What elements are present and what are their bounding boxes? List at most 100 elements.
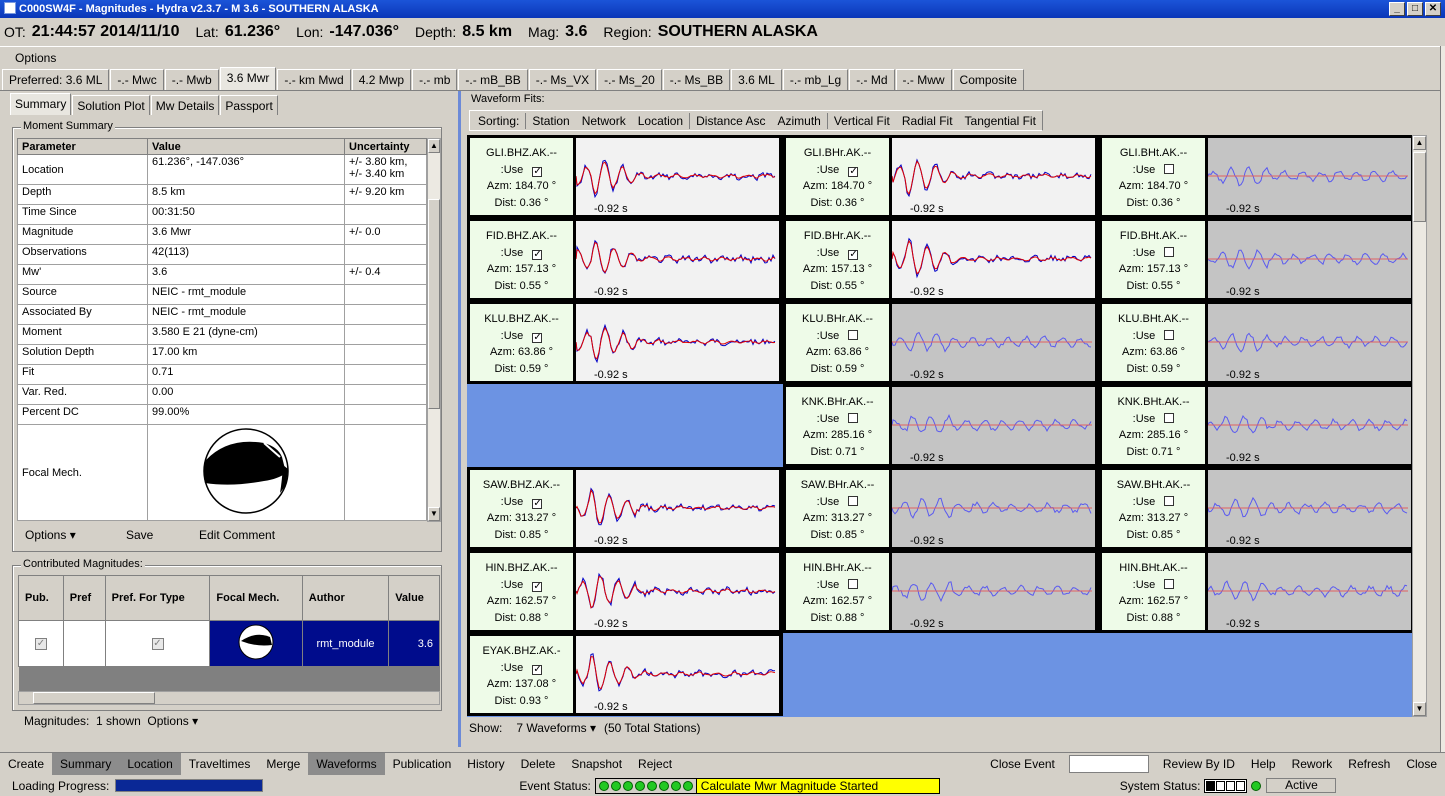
btn-history[interactable]: History bbox=[459, 753, 512, 775]
waveform-tile[interactable]: KLU.BHZ.AK.--:Use ✓ Azm: 63.86 ° Dist: 0.5… bbox=[467, 301, 783, 384]
sort-option[interactable]: Radial Fit bbox=[902, 114, 953, 128]
waveform-tile[interactable]: KNK.BHr.AK.--:Use Azm: 285.16 ° Dist: 0.7… bbox=[783, 384, 1099, 467]
use-checkbox[interactable]: ✓ bbox=[532, 249, 543, 260]
sort-option[interactable]: Location bbox=[638, 114, 683, 128]
btn-rework[interactable]: Rework bbox=[1284, 753, 1341, 775]
use-checkbox[interactable] bbox=[1164, 578, 1175, 589]
waveform-tile[interactable]: FID.BHt.AK.--:Use Azm: 157.13 ° Dist: 0.5… bbox=[1099, 218, 1412, 301]
sub-tab[interactable]: Mw Details bbox=[150, 95, 220, 115]
scroll-up-arrow[interactable]: ▲ bbox=[1413, 136, 1426, 150]
mag-tab[interactable]: -.- Ms_20 bbox=[597, 69, 662, 90]
close-window-button[interactable]: ✕ bbox=[1425, 2, 1441, 16]
table-row[interactable]: Moment 3.580 E 21 (dyne-cm) bbox=[17, 324, 427, 345]
btn-publication[interactable]: Publication bbox=[385, 753, 460, 775]
use-checkbox[interactable] bbox=[848, 495, 859, 506]
btn-review-by-id[interactable]: Review By ID bbox=[1155, 753, 1243, 775]
table-row[interactable]: Percent DC 99.00% bbox=[17, 404, 427, 425]
btn-reject[interactable]: Reject bbox=[630, 753, 680, 775]
table-row[interactable]: Focal Mech. bbox=[17, 424, 427, 521]
mag-tab[interactable]: -.- Mww bbox=[895, 69, 952, 90]
mag-tab[interactable]: 4.2 Mwp bbox=[351, 69, 412, 90]
mag-tab[interactable]: -.- Mwb bbox=[164, 69, 219, 90]
use-checkbox[interactable] bbox=[1164, 163, 1175, 174]
use-checkbox[interactable]: ✓ bbox=[848, 166, 859, 177]
waveform-tile[interactable]: EYAK.BHZ.AK.-:Use ✓ Azm: 137.08 ° Dist: 0.… bbox=[467, 633, 783, 716]
sort-option[interactable]: Vertical Fit bbox=[834, 114, 890, 128]
table-row[interactable]: Mw' 3.6 +/- 0.4 bbox=[17, 264, 427, 285]
btn-create[interactable]: Create bbox=[0, 753, 52, 775]
waveform-tile[interactable]: SAW.BHr.AK.--:Use Azm: 313.27 ° Dist: 0.8… bbox=[783, 467, 1099, 550]
mag-tab[interactable]: -.- mb bbox=[412, 69, 458, 90]
use-checkbox[interactable] bbox=[1164, 412, 1175, 423]
btn-close[interactable]: Close bbox=[1398, 753, 1445, 775]
window-scrollbar[interactable] bbox=[1440, 46, 1445, 752]
col-pub[interactable]: Pub. bbox=[18, 575, 64, 621]
sub-tab[interactable]: Summary bbox=[10, 93, 72, 115]
mag-tab[interactable]: Composite bbox=[952, 69, 1024, 90]
use-checkbox[interactable]: ✓ bbox=[848, 249, 859, 260]
waveform-tile[interactable]: HIN.BHt.AK.--:Use Azm: 162.57 ° Dist: 0.8… bbox=[1099, 550, 1412, 633]
sort-option[interactable]: Station bbox=[532, 114, 569, 128]
contrib-options-button[interactable]: Options ▾ bbox=[147, 714, 198, 728]
col-uncertainty[interactable]: Uncertainty bbox=[344, 138, 427, 155]
mag-tab[interactable]: -.- km Mwd bbox=[277, 69, 351, 90]
table-row[interactable]: Var. Red. 0.00 bbox=[17, 384, 427, 405]
edit-comment-button[interactable]: Edit Comment bbox=[199, 528, 275, 542]
waveform-scrollbar[interactable]: ▲ ▼ bbox=[1412, 135, 1427, 717]
use-checkbox[interactable] bbox=[848, 412, 859, 423]
scroll-down-arrow[interactable]: ▼ bbox=[1413, 702, 1426, 716]
waveform-tile[interactable]: HIN.BHZ.AK.--:Use ✓ Azm: 162.57 ° Dist: 0.… bbox=[467, 550, 783, 633]
col-pref-type[interactable]: Pref. For Type bbox=[104, 575, 211, 621]
moment-table-scrollbar[interactable]: ▲ ▼ bbox=[427, 138, 441, 522]
mag-tab[interactable]: -.- mb_Lg bbox=[782, 69, 849, 90]
table-row[interactable]: Depth 8.5 km +/- 9.20 km bbox=[17, 184, 427, 205]
show-dropdown[interactable]: 7 Waveforms ▾ bbox=[516, 721, 596, 735]
waveform-tile[interactable]: KLU.BHr.AK.--:Use Azm: 63.86 ° Dist: 0.59… bbox=[783, 301, 1099, 384]
col-param[interactable]: Parameter bbox=[17, 138, 148, 155]
pref-type-checkbox[interactable]: ✓ bbox=[151, 638, 164, 650]
col-focal[interactable]: Focal Mech. bbox=[209, 575, 303, 621]
btn-delete[interactable]: Delete bbox=[513, 753, 564, 775]
scroll-thumb[interactable] bbox=[1413, 152, 1426, 222]
use-checkbox[interactable]: ✓ bbox=[532, 332, 543, 343]
table-row[interactable]: ✓ ✓ rmt_module 3.6 bbox=[18, 620, 440, 667]
btn-help[interactable]: Help bbox=[1243, 753, 1284, 775]
btn-close-event[interactable]: Close Event bbox=[982, 753, 1063, 775]
btn-refresh[interactable]: Refresh bbox=[1340, 753, 1398, 775]
table-row[interactable]: Observations 42(113) bbox=[17, 244, 427, 265]
use-checkbox[interactable]: ✓ bbox=[532, 664, 543, 675]
waveform-tile[interactable]: SAW.BHt.AK.--:Use Azm: 313.27 ° Dist: 0.8… bbox=[1099, 467, 1412, 550]
use-checkbox[interactable] bbox=[848, 329, 859, 340]
btn-summary[interactable]: Summary bbox=[52, 753, 120, 775]
btn-location[interactable]: Location bbox=[119, 753, 181, 775]
scroll-up-arrow[interactable]: ▲ bbox=[428, 139, 440, 153]
table-row[interactable]: Fit 0.71 bbox=[17, 364, 427, 385]
mag-tab[interactable]: 3.6 ML bbox=[731, 69, 782, 90]
use-checkbox[interactable]: ✓ bbox=[532, 166, 543, 177]
use-checkbox[interactable]: ✓ bbox=[532, 581, 543, 592]
mag-tab[interactable]: -.- Mwc bbox=[110, 69, 164, 90]
waveform-tile[interactable]: FID.BHZ.AK.--:Use ✓ Azm: 157.13 ° Dist: 0.… bbox=[467, 218, 783, 301]
btn-snapshot[interactable]: Snapshot bbox=[563, 753, 630, 775]
scroll-thumb[interactable] bbox=[428, 199, 440, 409]
use-checkbox[interactable]: ✓ bbox=[532, 498, 543, 509]
use-checkbox[interactable] bbox=[848, 578, 859, 589]
btn-waveforms[interactable]: Waveforms bbox=[308, 753, 385, 775]
sub-tab[interactable]: Passport bbox=[220, 95, 278, 115]
mag-tab[interactable]: Preferred: 3.6 ML bbox=[2, 69, 110, 90]
review-id-input[interactable] bbox=[1068, 755, 1149, 773]
btn-traveltimes[interactable]: Traveltimes bbox=[181, 753, 259, 775]
maximize-button[interactable]: □ bbox=[1407, 2, 1423, 16]
sort-option[interactable]: Network bbox=[582, 114, 626, 128]
waveform-tile[interactable]: KNK.BHt.AK.--:Use Azm: 285.16 ° Dist: 0.7… bbox=[1099, 384, 1412, 467]
mag-tab[interactable]: 3.6 Mwr bbox=[219, 67, 277, 90]
btn-merge[interactable]: Merge bbox=[258, 753, 308, 775]
minimize-button[interactable]: _ bbox=[1389, 2, 1405, 16]
waveform-tile[interactable]: SAW.BHZ.AK.--:Use ✓ Azm: 313.27 ° Dist: 0.… bbox=[467, 467, 783, 550]
use-checkbox[interactable] bbox=[1164, 246, 1175, 257]
mag-tab[interactable]: -.- Md bbox=[849, 69, 895, 90]
scroll-down-arrow[interactable]: ▼ bbox=[428, 507, 440, 521]
waveform-tile[interactable]: GLI.BHt.AK.--:Use Azm: 184.70 ° Dist: 0.3… bbox=[1099, 135, 1412, 218]
waveform-tile[interactable]: GLI.BHr.AK.--:Use ✓ Azm: 184.70 ° Dist: 0.… bbox=[783, 135, 1099, 218]
col-value[interactable]: Value bbox=[388, 575, 440, 621]
